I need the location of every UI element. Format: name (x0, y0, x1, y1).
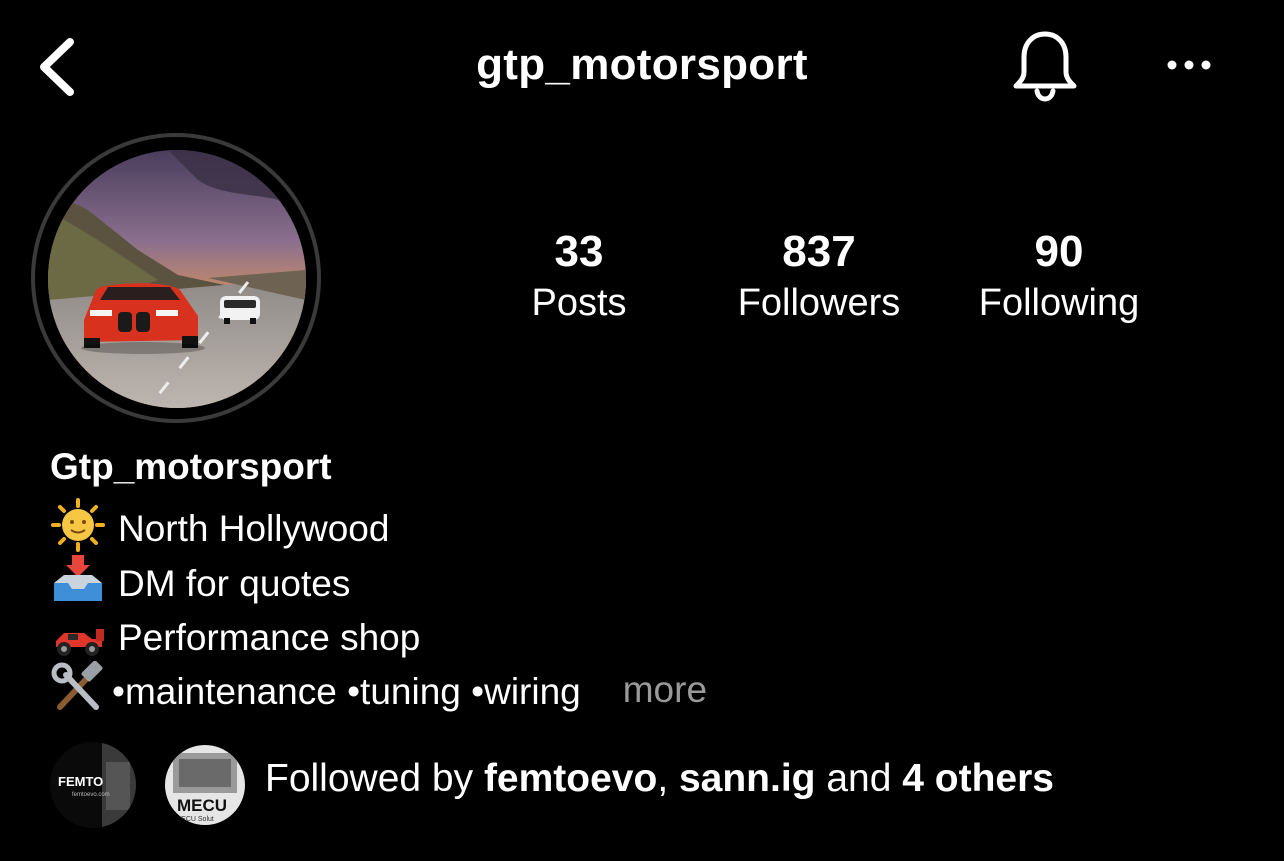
mutual-user-1: femtoevo (483, 757, 658, 800)
bio-line: •maintenance •tuning •wiring more (50, 660, 707, 717)
avatar-photo (48, 150, 306, 408)
bio-more-link[interactable]: more (623, 669, 707, 710)
followed-by-separator: , (657, 757, 679, 800)
more-horizontal-icon (1167, 60, 1211, 70)
following-label: Following (978, 282, 1140, 324)
followers-count: 837 (782, 227, 856, 276)
bio-services: •maintenance •tuning •wiring (112, 671, 581, 713)
followed-by-prefix: Followed by (265, 757, 484, 800)
profile-page: gtp_motorsport 33 Posts 837 Followers 90… (0, 0, 1284, 861)
posts-label: Posts (531, 282, 627, 324)
mutual-user-2: sann.ig (678, 757, 816, 800)
followers-stat[interactable]: 837 Followers (709, 225, 929, 327)
followed-by-text[interactable]: Followed by femtoevo, sann.ig and 4 othe… (265, 757, 1054, 801)
mecu-logo-text: MECU (177, 796, 227, 815)
femto-logo-text: FEMTO (58, 774, 103, 789)
femto-logo-subtext: femtoevo.com (72, 792, 110, 798)
racing-car-icon (50, 607, 106, 661)
sun-with-face-icon (50, 498, 106, 553)
profile-display-name: Gtp_motorsport (50, 446, 332, 487)
mutual-follower-avatar: FEMTO femtoevo.com (50, 742, 136, 828)
notifications-button[interactable] (1010, 28, 1080, 104)
page-title: gtp_motorsport (476, 40, 808, 89)
posts-stat[interactable]: 33 Posts (469, 225, 689, 327)
following-count: 90 (1034, 227, 1084, 276)
bio-line: DM for quotes (50, 555, 350, 609)
following-stat[interactable]: 90 Following (949, 225, 1169, 327)
profile-avatar[interactable] (48, 150, 306, 408)
bio-line: North Hollywood (50, 498, 390, 554)
mutual-follower-avatar: MECU er ECU Solut (162, 742, 248, 828)
bio-line: Performance shop (50, 609, 420, 663)
followed-by-middle: and (815, 757, 903, 800)
bio-location: North Hollywood (118, 508, 390, 550)
followers-label: Followers (737, 282, 901, 324)
mutual-others-count: 4 others (902, 757, 1054, 800)
bio-shop-type: Performance shop (118, 617, 421, 659)
posts-count: 33 (554, 227, 604, 276)
bio-dm-note: DM for quotes (118, 563, 351, 605)
mecu-logo-subtext: er ECU Solut (173, 816, 214, 823)
more-options-button[interactable] (1160, 50, 1220, 80)
mutual-followers-avatars[interactable]: FEMTO femtoevo.com MECU er ECU Solut (50, 742, 250, 832)
inbox-tray-icon (50, 553, 106, 607)
hammer-and-wrench-icon (50, 660, 106, 715)
bell-icon (1013, 31, 1077, 102)
